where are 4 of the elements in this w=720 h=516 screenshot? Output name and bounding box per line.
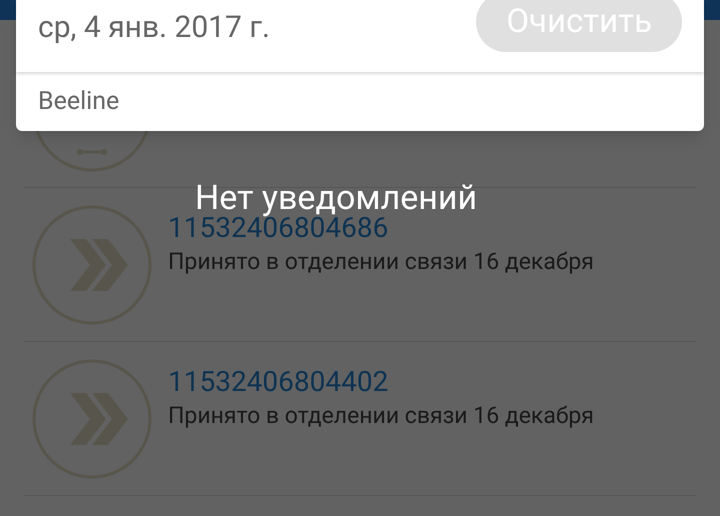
date-text: ср, 4 янв. 2017 г. [38,10,270,46]
tracking-number: 11532406804402 [168,365,390,399]
status-text: Принято в отделении связи 16 декабря [168,247,594,277]
status-text: Принято в отделении связи 16 декабря [168,401,594,431]
